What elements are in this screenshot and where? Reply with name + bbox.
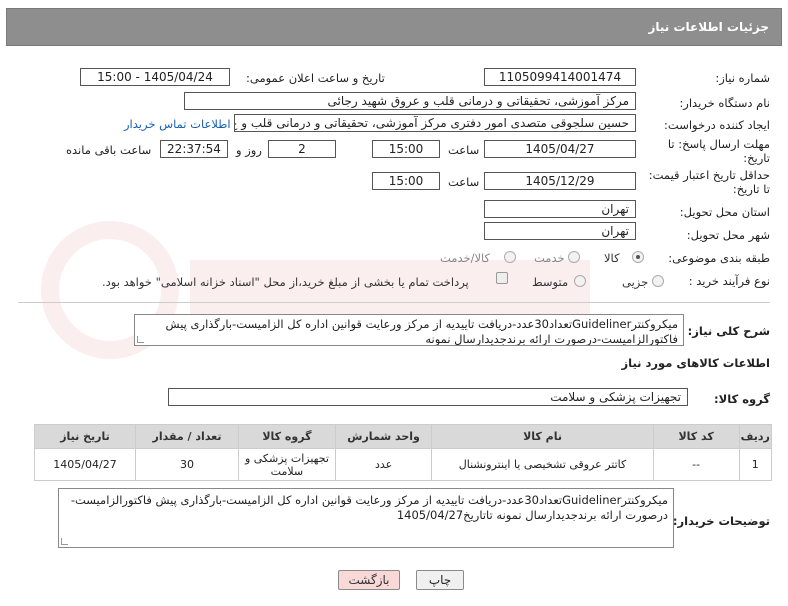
buyer-org-label: نام دستگاه خریدار:	[679, 96, 770, 110]
category-radio-goods-service[interactable]	[504, 251, 516, 263]
col-qty: تعداد / مقدار	[134, 424, 240, 449]
process-radio-minor[interactable]	[652, 275, 664, 287]
description-text: میکروکنترGuidelinerتعداد30عدد-دریافت تای…	[165, 317, 678, 346]
reply-deadline-date: 1405/04/27	[484, 140, 636, 158]
requester-value: حسین سلجوقی متصدی امور دفتری مرکز آموزشی…	[234, 114, 636, 132]
cell-group: تجهیزات پزشکی و سلامت	[238, 448, 336, 481]
price-validity-date: 1405/12/29	[484, 172, 636, 190]
reply-deadline-label: مهلت ارسال پاسخ: تا	[667, 137, 770, 151]
reply-deadline-time-label: ساعت	[448, 143, 480, 157]
days-label: روز و	[236, 143, 262, 157]
category-option-goods: کالا	[604, 251, 620, 265]
buyer-org-value: مرکز آموزشی، تحقیقاتی و درمانی قلب و عرو…	[184, 92, 636, 110]
cell-date: 1405/04/27	[34, 448, 136, 481]
category-radio-service[interactable]	[568, 251, 580, 263]
reply-deadline-label-2: تاریخ:	[743, 151, 770, 165]
announce-datetime-value: 1405/04/24 - 15:00	[80, 68, 230, 86]
col-code: کد کالا	[652, 424, 740, 449]
buyer-notes-label: توضیحات خریدار:	[672, 514, 770, 528]
delivery-province-value: تهران	[484, 200, 636, 218]
goods-group-value: تجهیزات پزشکی و سلامت	[168, 388, 688, 406]
table-header-row: ردیف کد کالا نام کالا واحد شمارش گروه کا…	[34, 424, 773, 449]
category-option-service: خدمت	[534, 251, 565, 265]
cell-unit: عدد	[334, 448, 433, 481]
cell-qty: 30	[134, 448, 240, 481]
buyer-contact-link[interactable]: اطلاعات تماس خریدار	[124, 117, 231, 131]
cell-row: 1	[738, 448, 773, 481]
goods-table: ردیف کد کالا نام کالا واحد شمارش گروه کا…	[34, 424, 773, 481]
resize-handle[interactable]	[137, 336, 144, 343]
page-title: جزئیات اطلاعات نیاز	[648, 20, 769, 34]
cell-name: کاتتر عروقی تشخیصی یا اینترونشنال	[431, 448, 654, 481]
category-label: طبقه بندی موضوعی:	[668, 251, 770, 265]
col-unit: واحد شمارش	[334, 424, 433, 449]
remaining-time: 22:37:54	[160, 140, 228, 158]
section-divider	[18, 302, 770, 303]
process-option-minor: جزیی	[622, 275, 649, 289]
delivery-city-label: شهر محل تحویل:	[686, 228, 770, 242]
reply-deadline-days: 2	[268, 140, 336, 158]
goods-group-label: گروه کالا:	[714, 392, 770, 406]
col-group: گروه کالا	[238, 424, 336, 449]
remaining-label: ساعت باقی مانده	[66, 143, 152, 157]
need-number-value: 1105099414001474	[484, 68, 636, 86]
goods-info-title: اطلاعات کالاهای مورد نیاز	[621, 356, 770, 370]
col-name: نام کالا	[431, 424, 654, 449]
delivery-province-label: استان محل تحویل:	[679, 205, 770, 219]
price-validity-time-label: ساعت	[448, 175, 480, 189]
description-textarea[interactable]: میکروکنترGuidelinerتعداد30عدد-دریافت تای…	[134, 314, 684, 346]
process-radio-medium[interactable]	[574, 275, 586, 287]
buyer-notes-textarea[interactable]: میکروکنترGuidelinerتعداد30عدد-دریافت تای…	[58, 488, 674, 548]
need-number-label: شماره نیاز:	[715, 71, 770, 85]
cell-code: --	[652, 448, 740, 481]
announce-datetime-label: تاریخ و ساعت اعلان عمومی:	[246, 71, 385, 85]
process-label: نوع فرآیند خرید :	[688, 274, 770, 288]
treasury-note: پرداخت تمام یا بخشی از مبلغ خرید،از محل …	[102, 275, 469, 289]
reply-deadline-time: 15:00	[372, 140, 440, 158]
requester-label: ایجاد کننده درخواست:	[664, 118, 770, 132]
category-option-goods-service: کالا/خدمت	[440, 251, 491, 265]
print-button[interactable]: چاپ	[416, 570, 464, 590]
col-date: تاریخ نیاز	[34, 424, 136, 449]
price-validity-time: 15:00	[372, 172, 440, 190]
description-label: شرح کلی نیاز:	[687, 324, 770, 338]
price-validity-label: حداقل تاریخ اعتبار قیمت:	[648, 168, 770, 182]
buyer-notes-text: میکروکنترGuidelinerتعداد30عدد-دریافت تای…	[70, 493, 668, 522]
page-header: جزئیات اطلاعات نیاز	[6, 8, 782, 46]
treasury-checkbox[interactable]	[496, 272, 508, 284]
table-row[interactable]: 1 -- کاتتر عروقی تشخیصی یا اینترونشنال ع…	[34, 448, 773, 481]
process-option-medium: متوسط	[532, 275, 569, 289]
resize-handle[interactable]	[61, 538, 68, 545]
price-validity-label-2: تا تاریخ:	[732, 182, 770, 196]
category-radio-goods[interactable]	[632, 251, 644, 263]
delivery-city-value: تهران	[484, 222, 636, 240]
back-button[interactable]: بازگشت	[338, 570, 400, 590]
col-row: ردیف	[738, 424, 773, 449]
